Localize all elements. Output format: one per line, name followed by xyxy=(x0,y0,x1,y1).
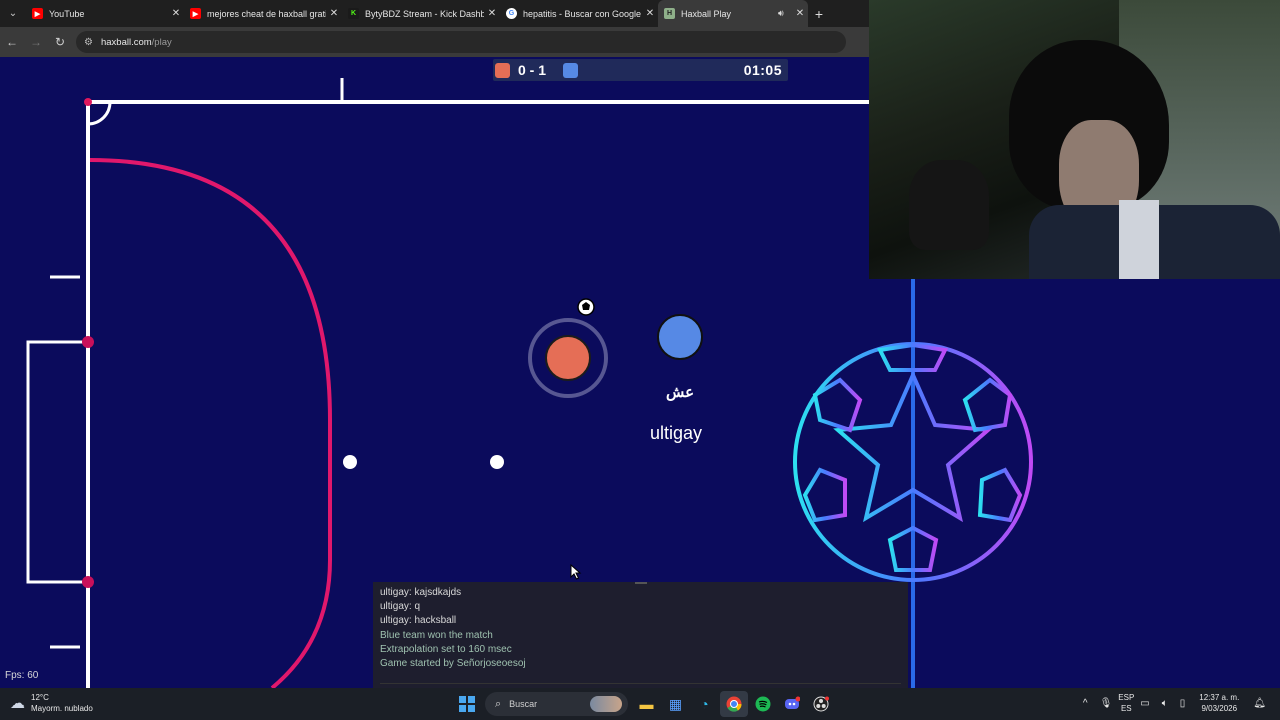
google-icon: G xyxy=(506,8,517,19)
chat-resize-handle[interactable] xyxy=(635,582,647,584)
tab-google-search[interactable]: G hepatitis - Buscar con Google ✕ xyxy=(500,0,658,27)
close-icon[interactable]: ✕ xyxy=(484,8,500,19)
chat-message: ultigay: kajsdkajds xyxy=(380,587,462,598)
file-explorer-icon[interactable]: ▬ xyxy=(633,691,661,717)
browser-tab-bar: ⌄ ▶ YouTube ✕ ▶ mejores cheat de haxball… xyxy=(0,0,870,27)
tab-youtube[interactable]: ▶ YouTube ✕ xyxy=(26,0,184,27)
haxball-icon: H xyxy=(664,8,675,19)
youtube-icon: ▶ xyxy=(190,8,201,19)
tray-time: 12:37 a. m. xyxy=(1199,693,1240,702)
microphone-shape xyxy=(909,160,989,250)
discord-icon[interactable] xyxy=(778,691,806,717)
goal-post-top xyxy=(82,336,94,348)
chat-system-message: Extrapolation set to 160 msec xyxy=(380,643,512,655)
windows-start-icon[interactable] xyxy=(453,691,481,717)
tray-date: 9/03/2026 xyxy=(1201,704,1238,713)
clock-widget[interactable]: 12:37 a. m. 9/03/2026 xyxy=(1199,692,1239,714)
match-clock: 01:05 xyxy=(743,62,782,78)
chat-input[interactable] xyxy=(380,672,901,684)
spotify-icon[interactable] xyxy=(749,691,777,717)
language-indicator[interactable]: ESP ES xyxy=(1118,692,1134,714)
tab-title: hepatitis - Buscar con Google xyxy=(523,8,642,19)
obs-icon[interactable] xyxy=(807,691,835,717)
close-icon[interactable]: ✕ xyxy=(792,8,808,19)
tab-cheat-search[interactable]: ▶ mejores cheat de haxball gratis ✕ xyxy=(184,0,342,27)
chat-system-message: Blue team won the match xyxy=(380,629,493,641)
chat-system-message: Game started by Señorjoseoesoj xyxy=(380,658,526,670)
penalty-area-arc xyxy=(89,158,332,688)
chevron-up-icon[interactable]: ^ xyxy=(1083,698,1088,709)
webcam-overlay xyxy=(869,0,1280,279)
search-placeholder: Buscar xyxy=(509,699,538,709)
field-marker-dot xyxy=(343,455,357,469)
corner-post xyxy=(84,98,92,106)
address-toolbar: ← → ↻ ⚙︎ haxball.com/play xyxy=(0,27,870,57)
search-highlight-icon xyxy=(590,696,622,712)
microphone-icon[interactable]: 🎙︎ xyxy=(1100,698,1113,709)
lang-top: ESP xyxy=(1118,693,1135,702)
youtube-icon: ▶ xyxy=(32,8,43,19)
weather-desc: Mayorm. nublado xyxy=(31,704,93,713)
taskbar-search-input[interactable]: ⌕ Buscar xyxy=(485,692,628,716)
reload-icon[interactable]: ↻ xyxy=(48,35,72,49)
field-marker-dot xyxy=(490,455,504,469)
back-arrow-icon[interactable]: ← xyxy=(0,35,24,49)
streamer-shirt xyxy=(1119,200,1159,279)
close-icon[interactable]: ✕ xyxy=(326,8,342,19)
red-team-square xyxy=(495,62,510,78)
chat-message: ultigay: hacksball xyxy=(380,615,457,627)
tab-title: Haxball Play xyxy=(681,8,732,19)
address-input[interactable]: ⚙︎ haxball.com/play xyxy=(76,31,846,53)
tab-title: mejores cheat de haxball gratis xyxy=(207,8,326,19)
weather-temp: 12°C xyxy=(31,693,49,702)
address-path: /play xyxy=(151,36,172,48)
goal-net xyxy=(26,340,88,584)
player-avatar-text: عش xyxy=(665,384,695,401)
tab-title: BytyBDZ Stream - Kick Dashboard xyxy=(365,8,484,19)
tab-title: YouTube xyxy=(49,8,85,19)
battery-icon[interactable]: ▯ xyxy=(1180,698,1186,709)
weather-widget[interactable]: ☁ 12°C Mayorm. nublado xyxy=(10,692,93,714)
forward-arrow-icon[interactable]: → xyxy=(24,35,48,49)
fps-counter: Fps: 60 xyxy=(5,670,39,681)
network-icon[interactable]: ▭ xyxy=(1140,698,1149,709)
speaker-icon[interactable]: 🔊︎ xyxy=(778,8,792,19)
notification-bell-icon[interactable]: 🔔︎ xyxy=(1253,698,1266,709)
system-tray: ^ 🎙︎ ESP ES ▭ 🔈︎ ▯ 12:37 a. m. 9/03/2026… xyxy=(1077,692,1272,714)
taskbar: ☁ 12°C Mayorm. nublado ⌕ Buscar ▬ ▦ ◔ ^ … xyxy=(0,688,1280,720)
scoreboard: 0 - 1 01:05 xyxy=(493,59,788,81)
blue-team-square xyxy=(563,62,578,78)
search-icon: ⌕ xyxy=(495,697,502,710)
chrome-icon[interactable] xyxy=(719,691,748,717)
chat-panel: ultigay: kajsdkajds ultigay: q ultigay: … xyxy=(373,582,908,688)
volume-icon[interactable]: 🔈︎ xyxy=(1162,698,1168,709)
chat-log: ultigay: kajsdkajds ultigay: q ultigay: … xyxy=(380,586,526,671)
close-icon[interactable]: ✕ xyxy=(642,8,658,19)
tab-search-chevron-icon[interactable]: ⌄ xyxy=(0,0,26,27)
close-icon[interactable]: ✕ xyxy=(168,8,184,19)
cloud-icon: ☁ xyxy=(10,695,25,712)
edge-icon[interactable]: ◔ xyxy=(691,691,719,717)
tab-kick-dashboard[interactable]: K BytyBDZ Stream - Kick Dashboard ✕ xyxy=(342,0,500,27)
new-tab-button[interactable]: + xyxy=(808,6,830,22)
score-text: 0 - 1 xyxy=(518,62,547,78)
taskbar-apps: ⌕ Buscar ▬ ▦ ◔ xyxy=(452,691,835,717)
kick-icon: K xyxy=(348,8,359,19)
blue-player-disc xyxy=(657,314,703,360)
lang-bottom: ES xyxy=(1120,704,1132,713)
chat-message: ultigay: q xyxy=(380,601,421,613)
goal-post-bottom xyxy=(82,576,94,588)
store-icon[interactable]: ▦ xyxy=(662,691,690,717)
player-name-label: ultigay xyxy=(650,423,703,443)
red-player-disc xyxy=(545,335,591,381)
corner-arc xyxy=(87,101,112,126)
mouse-cursor-icon xyxy=(570,564,582,580)
address-domain: haxball.com xyxy=(100,36,152,48)
site-settings-icon[interactable]: ⚙︎ xyxy=(84,37,93,48)
tab-haxball-play[interactable]: H Haxball Play 🔊︎ ✕ xyxy=(658,0,808,27)
